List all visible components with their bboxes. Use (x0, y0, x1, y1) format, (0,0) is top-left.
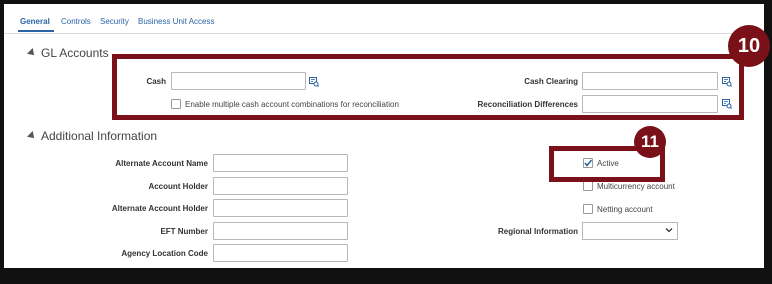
callout-badge-11: 11 (634, 126, 666, 158)
multicurrency-checkbox[interactable] (583, 181, 593, 191)
regional-info-select[interactable] (582, 222, 678, 240)
agency-location-input[interactable] (213, 244, 348, 262)
eft-number-input[interactable] (213, 222, 348, 240)
eft-number-label: EFT Number (160, 227, 208, 236)
tab-bar: General Controls Security Business Unit … (4, 4, 764, 34)
additional-info-header[interactable]: Additional Information (27, 129, 158, 143)
account-holder-input[interactable] (213, 177, 348, 195)
account-holder-label: Account Holder (148, 182, 208, 191)
netting-checkbox[interactable] (583, 204, 593, 214)
tab-security[interactable]: Security (100, 17, 129, 26)
frame-shadow-bottom (0, 268, 772, 284)
callout-box-10 (112, 54, 744, 120)
collapse-triangle-icon[interactable] (27, 48, 37, 58)
regional-info-label: Regional Information (498, 227, 578, 236)
collapse-triangle-icon[interactable] (27, 131, 37, 141)
tab-controls[interactable]: Controls (61, 17, 91, 26)
tab-general[interactable]: General (20, 17, 50, 26)
callout-badge-10: 10 (728, 25, 770, 67)
alt-account-name-label: Alternate Account Name (115, 159, 208, 168)
gl-accounts-header[interactable]: GL Accounts (27, 46, 109, 60)
netting-label: Netting account (597, 205, 653, 214)
alt-account-holder-label: Alternate Account Holder (111, 204, 208, 213)
alt-account-holder-input[interactable] (213, 199, 348, 217)
active-tab-indicator (18, 30, 54, 32)
tab-business-unit-access[interactable]: Business Unit Access (138, 17, 214, 26)
gl-accounts-title: GL Accounts (41, 46, 109, 60)
alt-account-name-input[interactable] (213, 154, 348, 172)
additional-info-title: Additional Information (41, 129, 158, 143)
agency-location-label: Agency Location Code (121, 249, 208, 258)
multicurrency-label: Multicurrency account (597, 182, 675, 191)
chevron-down-icon[interactable] (665, 226, 673, 234)
